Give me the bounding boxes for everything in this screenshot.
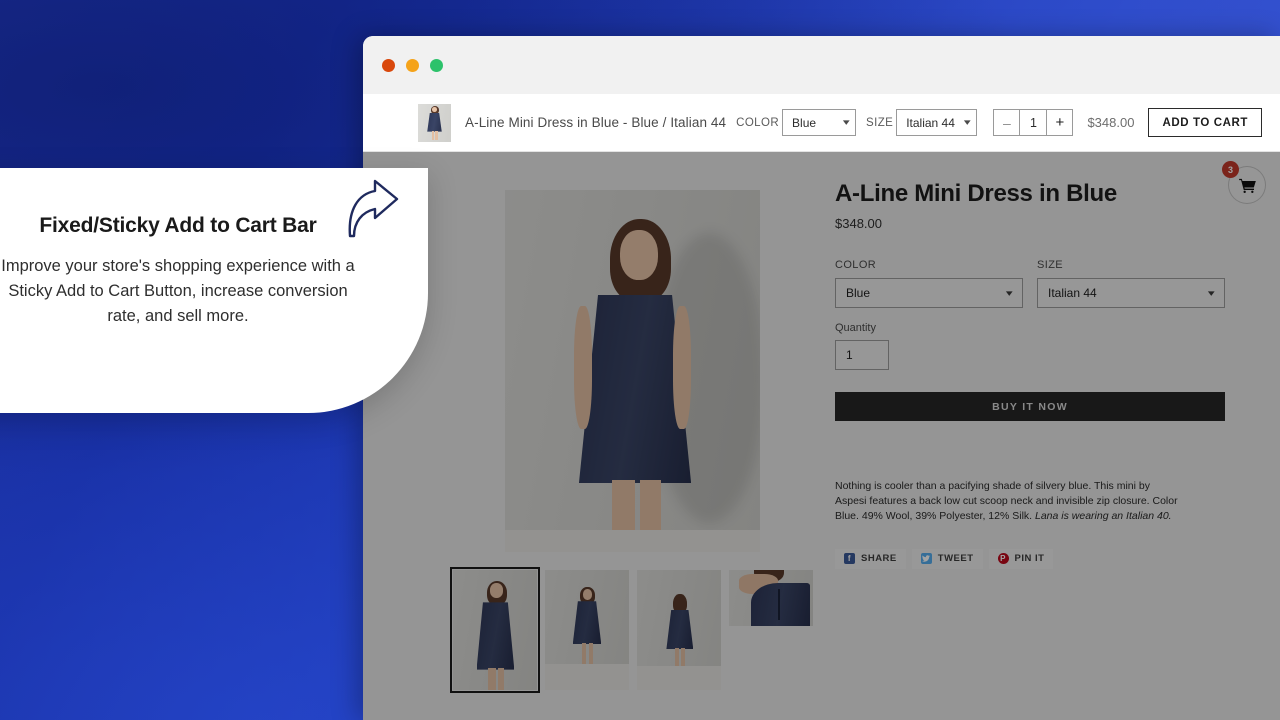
chevron-down-icon: ▾ (842, 117, 850, 127)
sticky-color-label: COLOR (736, 116, 780, 129)
quantity-value[interactable]: 1 (1019, 110, 1048, 135)
description-emphasis: Lana is wearing an Italian 40. (1035, 510, 1172, 523)
social-share-row: f SHARE TWEET P PIN IT (835, 548, 1225, 569)
sticky-product-thumbnail[interactable] (418, 103, 451, 142)
promo-title: Fixed/Sticky Add to Cart Bar (39, 214, 317, 237)
facebook-icon: f (844, 553, 855, 565)
thumbnail-full-front[interactable] (545, 570, 629, 690)
sticky-add-to-cart-bar: A-Line Mini Dress in Blue - Blue / Itali… (363, 94, 1280, 152)
window-maximize-button[interactable] (430, 58, 443, 72)
chevron-down-icon: ▾ (1006, 287, 1014, 298)
sticky-color-select[interactable]: Blue ▾ (782, 109, 857, 136)
pinterest-icon: P (997, 553, 1009, 565)
sticky-size-value: Italian 44 (906, 115, 955, 130)
screenshot-stage: A-Line Mini Dress in Blue - Blue / Itali… (0, 0, 1280, 720)
product-price: $348.00 (835, 216, 882, 231)
share-facebook-label: SHARE (861, 553, 897, 565)
cart-button[interactable]: 3 (1222, 161, 1266, 204)
browser-titlebar (363, 36, 1280, 94)
chevron-down-icon: ▾ (1208, 287, 1216, 298)
quantity-decrement-button[interactable]: – (994, 110, 1019, 135)
browser-window: A-Line Mini Dress in Blue - Blue / Itali… (363, 36, 1280, 720)
color-value: Blue (846, 286, 871, 300)
quantity-increment-button[interactable]: + (1047, 110, 1072, 135)
sticky-price: $348.00 (1087, 115, 1135, 130)
quantity-input[interactable]: 1 (835, 340, 889, 370)
chevron-down-icon: ▾ (963, 117, 971, 127)
share-twitter-label: TWEET (937, 553, 974, 565)
sticky-product-title: A-Line Mini Dress in Blue - Blue / Itali… (465, 115, 727, 130)
size-option-group: SIZE Italian 44 ▾ (1037, 259, 1225, 308)
quantity-label: Quantity (835, 322, 876, 334)
window-close-button[interactable] (382, 58, 395, 72)
buy-it-now-button[interactable]: BUY IT NOW (835, 392, 1225, 421)
sticky-size-label: SIZE (866, 116, 894, 129)
color-label: COLOR (835, 259, 877, 271)
thumbnail-strip (450, 567, 853, 693)
shopping-cart-icon (1238, 178, 1256, 193)
add-to-cart-button[interactable]: ADD TO CART (1148, 108, 1263, 137)
product-info-panel: A-Line Mini Dress in Blue $348.00 COLOR … (835, 152, 1225, 569)
share-twitter-button[interactable]: TWEET (911, 548, 983, 569)
thumbnail-full-back[interactable] (637, 570, 721, 690)
twitter-icon (920, 553, 932, 565)
share-facebook-button[interactable]: f SHARE (835, 548, 906, 569)
promo-callout: Fixed/Sticky Add to Cart Bar Improve you… (0, 168, 428, 413)
product-gallery (450, 190, 853, 693)
page-title: A-Line Mini Dress in Blue (835, 180, 1117, 207)
sticky-bar-controls: COLOR Blue ▾ SIZE Italian 44 ▾ – 1 + $34… (726, 108, 1263, 137)
sticky-color-value: Blue (792, 115, 817, 130)
cart-badge: 3 (1222, 161, 1239, 178)
product-page-body: A-Line Mini Dress in Blue $348.00 COLOR … (363, 152, 1280, 720)
window-minimize-button[interactable] (406, 58, 419, 72)
sticky-quantity-stepper: – 1 + (993, 109, 1074, 136)
promo-body: Improve your store's shopping experience… (1, 257, 355, 326)
product-options-row: COLOR Blue ▾ SIZE Italian 44 ▾ (835, 259, 1225, 308)
size-label: SIZE (1037, 259, 1064, 271)
share-pinterest-button[interactable]: P PIN IT (988, 548, 1054, 569)
color-select[interactable]: Blue ▾ (835, 278, 1023, 308)
color-option-group: COLOR Blue ▾ (835, 259, 1023, 308)
size-value: Italian 44 (1048, 286, 1097, 300)
share-pinterest-label: PIN IT (1014, 553, 1045, 565)
curved-arrow-up-right-icon (348, 178, 404, 245)
sticky-size-select[interactable]: Italian 44 ▾ (896, 109, 978, 136)
product-description: Nothing is cooler than a pacifying shade… (835, 479, 1183, 525)
thumbnail-back-zipper-detail[interactable] (729, 570, 813, 626)
size-select[interactable]: Italian 44 ▾ (1037, 278, 1225, 308)
thumbnail-front-closeup[interactable] (450, 567, 540, 693)
main-product-image[interactable] (505, 190, 760, 552)
